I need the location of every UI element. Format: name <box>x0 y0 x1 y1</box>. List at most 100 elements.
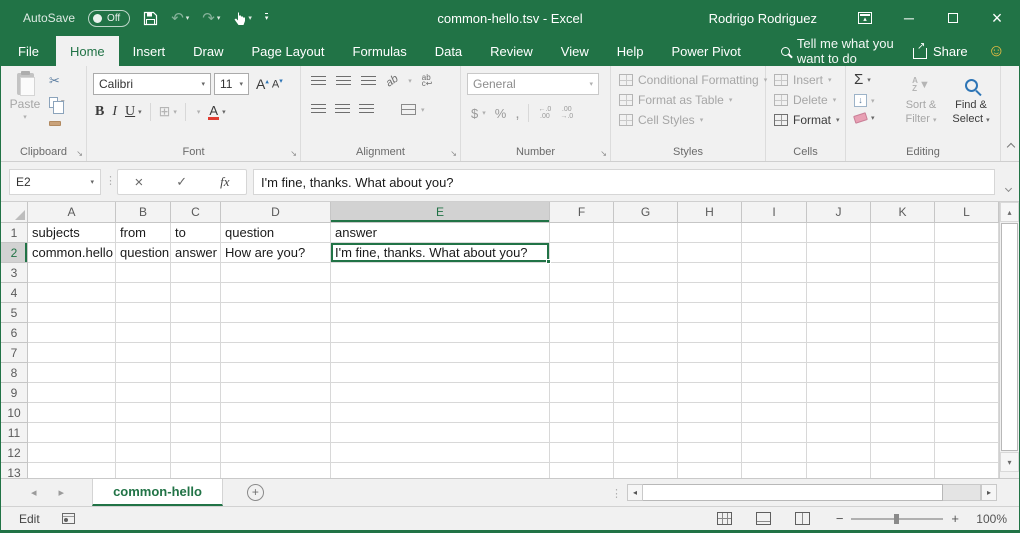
cell-H11[interactable] <box>678 423 742 443</box>
cell-H10[interactable] <box>678 403 742 423</box>
percent-style-button[interactable]: % <box>495 106 507 121</box>
formula-bar-grip[interactable]: ⋮ <box>105 174 116 187</box>
page-break-view-button[interactable] <box>795 512 810 525</box>
font-color-button[interactable]: A <box>208 104 219 120</box>
bold-button[interactable]: B <box>95 104 104 120</box>
cell-G7[interactable] <box>614 343 678 363</box>
cell-C6[interactable] <box>171 323 221 343</box>
cell-F11[interactable] <box>550 423 614 443</box>
cell-D12[interactable] <box>221 443 331 463</box>
sort-filter-button[interactable]: A Z▼ Sort & Filter ▾ <box>896 72 946 128</box>
cell-C2[interactable]: answer <box>171 243 221 263</box>
confirm-entry-button[interactable]: ✓ <box>176 174 187 190</box>
cell-D3[interactable] <box>221 263 331 283</box>
cell-L10[interactable] <box>935 403 999 423</box>
row-header-10[interactable]: 10 <box>1 403 28 423</box>
borders-button[interactable]: ⊞ <box>159 103 171 121</box>
row-header-2[interactable]: 2 <box>1 243 28 263</box>
macro-record-icon[interactable] <box>62 513 75 524</box>
cell-F6[interactable] <box>550 323 614 343</box>
feedback-smiley-button[interactable]: ☺ <box>984 36 1019 66</box>
tab-draw[interactable]: Draw <box>179 36 237 66</box>
cell-E9[interactable] <box>331 383 550 403</box>
cell-C13[interactable] <box>171 463 221 478</box>
cell-J5[interactable] <box>807 303 871 323</box>
row-header-3[interactable]: 3 <box>1 263 28 283</box>
row-header-9[interactable]: 9 <box>1 383 28 403</box>
alignment-dialog-launcher[interactable]: ↘ <box>450 149 457 158</box>
cell-I3[interactable] <box>742 263 807 283</box>
cell-J8[interactable] <box>807 363 871 383</box>
cell-A13[interactable] <box>28 463 116 478</box>
cell-K8[interactable] <box>871 363 935 383</box>
cell-J7[interactable] <box>807 343 871 363</box>
italic-button[interactable]: I <box>112 104 117 120</box>
cell-G3[interactable] <box>614 263 678 283</box>
column-header-J[interactable]: J <box>807 202 871 223</box>
cell-B12[interactable] <box>116 443 171 463</box>
cell-J13[interactable] <box>807 463 871 478</box>
cell-F5[interactable] <box>550 303 614 323</box>
cell-H8[interactable] <box>678 363 742 383</box>
cell-D6[interactable] <box>221 323 331 343</box>
cell-A10[interactable] <box>28 403 116 423</box>
decrease-font-button[interactable]: A▾ <box>272 77 283 91</box>
column-header-F[interactable]: F <box>550 202 614 223</box>
cell-K5[interactable] <box>871 303 935 323</box>
cell-D2[interactable]: How are you? <box>221 243 331 263</box>
customize-qat-button[interactable]: ▾ <box>265 13 269 23</box>
cell-I11[interactable] <box>742 423 807 443</box>
cell-L7[interactable] <box>935 343 999 363</box>
cell-B6[interactable] <box>116 323 171 343</box>
cell-K9[interactable] <box>871 383 935 403</box>
cell-F12[interactable] <box>550 443 614 463</box>
cell-G13[interactable] <box>614 463 678 478</box>
insert-function-button[interactable]: fx <box>220 174 229 190</box>
cell-J3[interactable] <box>807 263 871 283</box>
font-name-combo[interactable]: Calibri▾ <box>93 73 211 95</box>
zoom-slider[interactable] <box>851 518 943 520</box>
cell-I5[interactable] <box>742 303 807 323</box>
format-as-table-button[interactable]: Format as Table▾ <box>619 93 767 107</box>
align-center-button[interactable] <box>335 104 350 115</box>
cell-C8[interactable] <box>171 363 221 383</box>
cell-A2[interactable]: common.hello <box>28 243 116 263</box>
cell-A11[interactable] <box>28 423 116 443</box>
expand-formula-bar-button[interactable] <box>1006 178 1011 196</box>
horizontal-scroll-track[interactable] <box>943 484 981 501</box>
cell-L12[interactable] <box>935 443 999 463</box>
row-header-4[interactable]: 4 <box>1 283 28 303</box>
scroll-left-button[interactable]: ◂ <box>627 484 643 501</box>
ribbon-display-options-button[interactable]: ▴ <box>843 0 887 36</box>
cell-K12[interactable] <box>871 443 935 463</box>
cell-G12[interactable] <box>614 443 678 463</box>
cell-E13[interactable] <box>331 463 550 478</box>
cell-K6[interactable] <box>871 323 935 343</box>
cell-G5[interactable] <box>614 303 678 323</box>
cell-K3[interactable] <box>871 263 935 283</box>
cell-J12[interactable] <box>807 443 871 463</box>
cell-H12[interactable] <box>678 443 742 463</box>
cell-E5[interactable] <box>331 303 550 323</box>
cell-A3[interactable] <box>28 263 116 283</box>
fill-handle[interactable] <box>546 259 551 264</box>
clear-button[interactable]: ▾ <box>854 114 875 122</box>
cell-H9[interactable] <box>678 383 742 403</box>
accounting-format-button[interactable]: $ <box>471 106 478 121</box>
cell-L11[interactable] <box>935 423 999 443</box>
cell-L1[interactable] <box>935 223 999 243</box>
row-header-5[interactable]: 5 <box>1 303 28 323</box>
row-header-13[interactable]: 13 <box>1 463 28 478</box>
cell-J4[interactable] <box>807 283 871 303</box>
column-header-L[interactable]: L <box>935 202 999 223</box>
tab-insert[interactable]: Insert <box>119 36 180 66</box>
comma-style-button[interactable]: , <box>515 105 519 122</box>
cell-J9[interactable] <box>807 383 871 403</box>
cell-D9[interactable] <box>221 383 331 403</box>
number-dialog-launcher[interactable]: ↘ <box>600 149 607 158</box>
cell-K1[interactable] <box>871 223 935 243</box>
increase-font-button[interactable]: A▴ <box>256 76 269 92</box>
new-sheet-button[interactable]: + <box>247 484 264 501</box>
cell-styles-button[interactable]: Cell Styles▾ <box>619 113 767 127</box>
cell-L13[interactable] <box>935 463 999 478</box>
